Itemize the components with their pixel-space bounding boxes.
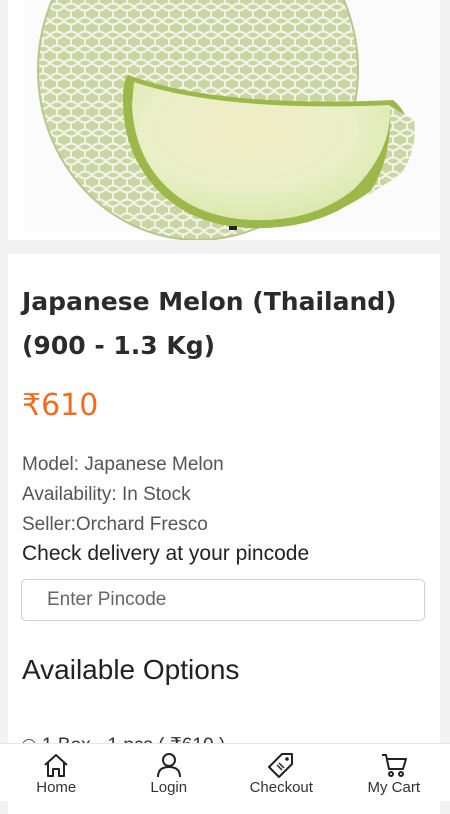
pincode-input[interactable] (21, 579, 425, 621)
product-availability: Availability: In Stock (22, 484, 191, 506)
nav-cart[interactable]: My Cart (338, 744, 450, 801)
options-heading: Available Options (22, 654, 239, 686)
nav-checkout[interactable]: Checkout (225, 744, 338, 801)
product-seller: Seller:Orchard Fresco (22, 514, 208, 536)
nav-cart-label: My Cart (368, 779, 421, 796)
product-details: Japanese Melon (Thailand) (900 - 1.3 Kg)… (8, 254, 440, 814)
carousel-indicator[interactable] (229, 226, 237, 230)
product-model: Model: Japanese Melon (22, 454, 224, 476)
nav-home[interactable]: Home (0, 744, 113, 801)
nav-login[interactable]: Login (113, 744, 226, 801)
price-tag-icon (267, 752, 295, 778)
user-icon (155, 752, 183, 778)
product-price: ₹610 (22, 388, 98, 423)
melon-illustration (8, 0, 440, 240)
delivery-check-label: Check delivery at your pincode (22, 542, 309, 566)
nav-login-label: Login (150, 779, 187, 796)
nav-home-label: Home (36, 779, 76, 796)
nav-checkout-label: Checkout (250, 779, 313, 796)
bottom-navigation: Home Login Checkout My Cart (0, 743, 450, 801)
product-image[interactable] (8, 0, 440, 240)
product-title: Japanese Melon (Thailand) (900 - 1.3 Kg) (22, 280, 432, 368)
home-icon (42, 752, 70, 778)
cart-icon (380, 752, 408, 778)
